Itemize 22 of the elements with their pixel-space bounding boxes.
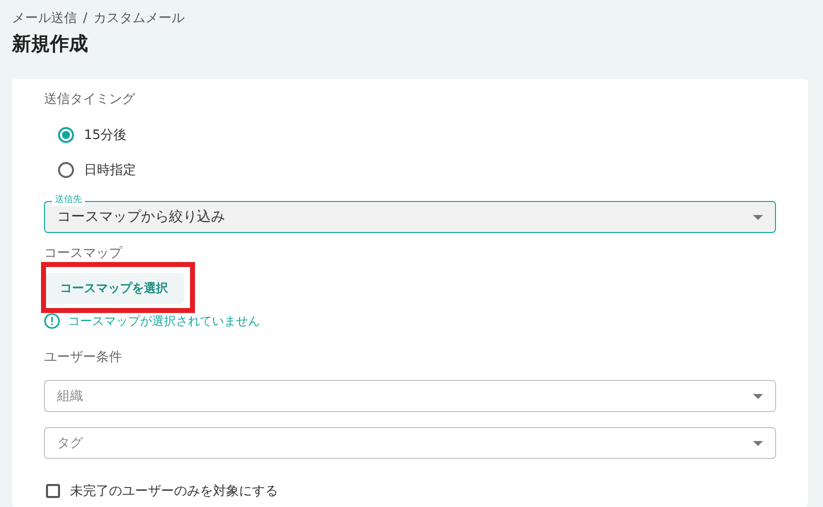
warning-message: コースマップが選択されていません: [68, 312, 260, 330]
filter-select[interactable]: タグ: [44, 427, 776, 459]
page-title: 新規作成: [12, 32, 89, 57]
select-course-map-button[interactable]: コースマップを選択: [44, 273, 184, 304]
caret-icon: [753, 440, 763, 446]
checkbox-label: 未完了のユーザーのみを対象にする: [70, 483, 278, 500]
breadcrumb-item[interactable]: メール送信: [12, 9, 77, 27]
warning-icon: [44, 313, 60, 329]
section-label: 送信タイミング: [44, 91, 135, 109]
field-label: 送信先: [52, 194, 85, 206]
radio-label: 日時指定: [84, 162, 136, 178]
section-label: コースマップ: [44, 245, 122, 263]
filter-select[interactable]: 組織: [44, 380, 776, 412]
checkbox[interactable]: [46, 484, 60, 498]
caret-icon: [753, 214, 763, 220]
breadcrumb-item: カスタムメール: [93, 10, 184, 27]
radio-button[interactable]: [58, 126, 74, 142]
radio-label: 15分後: [84, 126, 127, 144]
section-label: ユーザー条件: [44, 349, 122, 367]
radio-button[interactable]: [58, 162, 74, 178]
caret-icon: [753, 394, 763, 398]
breadcrumb-item: /: [83, 10, 88, 26]
